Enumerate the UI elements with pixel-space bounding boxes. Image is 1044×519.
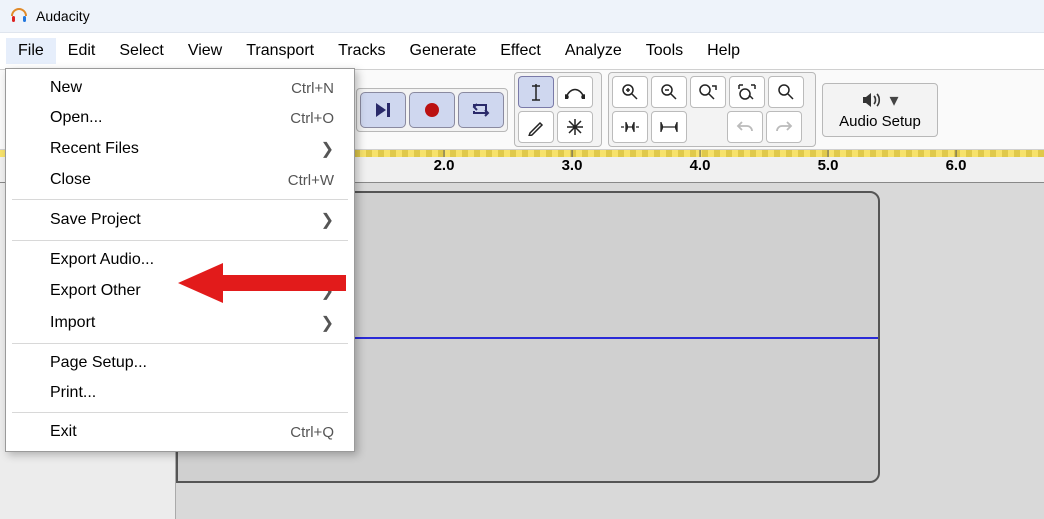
menu-item-exit[interactable]: Exit Ctrl+Q <box>6 417 354 447</box>
menu-item-label: Import <box>50 314 95 332</box>
fit-project-button[interactable] <box>729 76 765 108</box>
menu-item-label: Save Project <box>50 211 141 229</box>
ruler-tick: 6.0 <box>946 157 967 174</box>
dropdown-caret-icon: ▾ <box>889 90 898 111</box>
menu-item-label: Export Other <box>50 282 141 300</box>
menu-item-accel: Ctrl+O <box>290 110 334 127</box>
menu-item-label: Recent Files <box>50 140 139 158</box>
menu-view[interactable]: View <box>176 38 234 64</box>
fit-selection-button[interactable] <box>690 76 726 108</box>
undo-button[interactable] <box>727 111 763 143</box>
menu-separator <box>12 199 348 200</box>
record-button[interactable] <box>409 92 455 128</box>
menu-item-label: Page Setup... <box>50 354 147 372</box>
selection-tool-button[interactable] <box>518 76 554 108</box>
annotation-arrow <box>178 258 348 308</box>
menu-select[interactable]: Select <box>107 38 175 64</box>
menu-effect[interactable]: Effect <box>488 38 553 64</box>
menu-tools[interactable]: Tools <box>634 38 695 64</box>
trim-button[interactable] <box>612 111 648 143</box>
menu-item-label: Exit <box>50 423 77 441</box>
menu-item-accel: Ctrl+N <box>291 80 334 97</box>
zoom-toggle-button[interactable] <box>768 76 804 108</box>
menu-file[interactable]: File <box>6 38 56 64</box>
menu-edit[interactable]: Edit <box>56 38 108 64</box>
menu-separator <box>12 412 348 413</box>
edit-toolbar <box>608 72 816 147</box>
menu-item-print[interactable]: Print... <box>6 378 354 408</box>
menu-item-accel: Ctrl+Q <box>290 424 334 441</box>
menu-generate[interactable]: Generate <box>398 38 489 64</box>
menu-item-new[interactable]: New Ctrl+N <box>6 73 354 103</box>
zoom-out-button[interactable] <box>651 76 687 108</box>
menu-item-page-setup[interactable]: Page Setup... <box>6 348 354 378</box>
envelope-tool-button[interactable] <box>557 76 593 108</box>
menu-item-open[interactable]: Open... Ctrl+O <box>6 103 354 133</box>
menu-item-accel: Ctrl+W <box>288 172 334 189</box>
silence-button[interactable] <box>651 111 687 143</box>
ruler-tick: 4.0 <box>690 157 711 174</box>
menu-separator <box>12 240 348 241</box>
submenu-chevron-icon: ❯ <box>321 210 334 230</box>
tools-toolbar <box>514 72 602 147</box>
ruler-tick: 2.0 <box>434 157 455 174</box>
menu-item-label: Export Audio... <box>50 251 154 269</box>
menu-analyze[interactable]: Analyze <box>553 38 634 64</box>
menu-item-close[interactable]: Close Ctrl+W <box>6 165 354 195</box>
app-logo <box>10 7 28 25</box>
zoom-in-button[interactable] <box>612 76 648 108</box>
menu-item-import[interactable]: Import ❯ <box>6 307 354 339</box>
ruler-tick: 5.0 <box>818 157 839 174</box>
audio-setup-label: Audio Setup <box>839 113 921 130</box>
multi-tool-button[interactable] <box>557 111 593 143</box>
menu-item-label: New <box>50 79 82 97</box>
transport-toolbar <box>356 88 508 132</box>
menu-item-label: Close <box>50 171 91 189</box>
menu-separator <box>12 343 348 344</box>
menu-transport[interactable]: Transport <box>234 38 326 64</box>
menu-tracks[interactable]: Tracks <box>326 38 397 64</box>
menu-item-save-project[interactable]: Save Project ❯ <box>6 204 354 236</box>
submenu-chevron-icon: ❯ <box>321 139 334 159</box>
submenu-chevron-icon: ❯ <box>321 313 334 333</box>
ruler-tick: 3.0 <box>562 157 583 174</box>
redo-button[interactable] <box>766 111 802 143</box>
audio-setup-button[interactable]: ▾ Audio Setup <box>822 83 938 137</box>
speaker-icon <box>861 91 883 109</box>
menu-item-label: Print... <box>50 384 96 402</box>
title-bar: Audacity <box>0 0 1044 33</box>
menu-help[interactable]: Help <box>695 38 752 64</box>
draw-tool-button[interactable] <box>518 111 554 143</box>
loop-button[interactable] <box>458 92 504 128</box>
window-title: Audacity <box>36 8 90 24</box>
menu-item-label: Open... <box>50 109 102 127</box>
skip-to-end-button[interactable] <box>360 92 406 128</box>
menubar: File Edit Select View Transport Tracks G… <box>0 33 1044 69</box>
menu-item-recent-files[interactable]: Recent Files ❯ <box>6 133 354 165</box>
